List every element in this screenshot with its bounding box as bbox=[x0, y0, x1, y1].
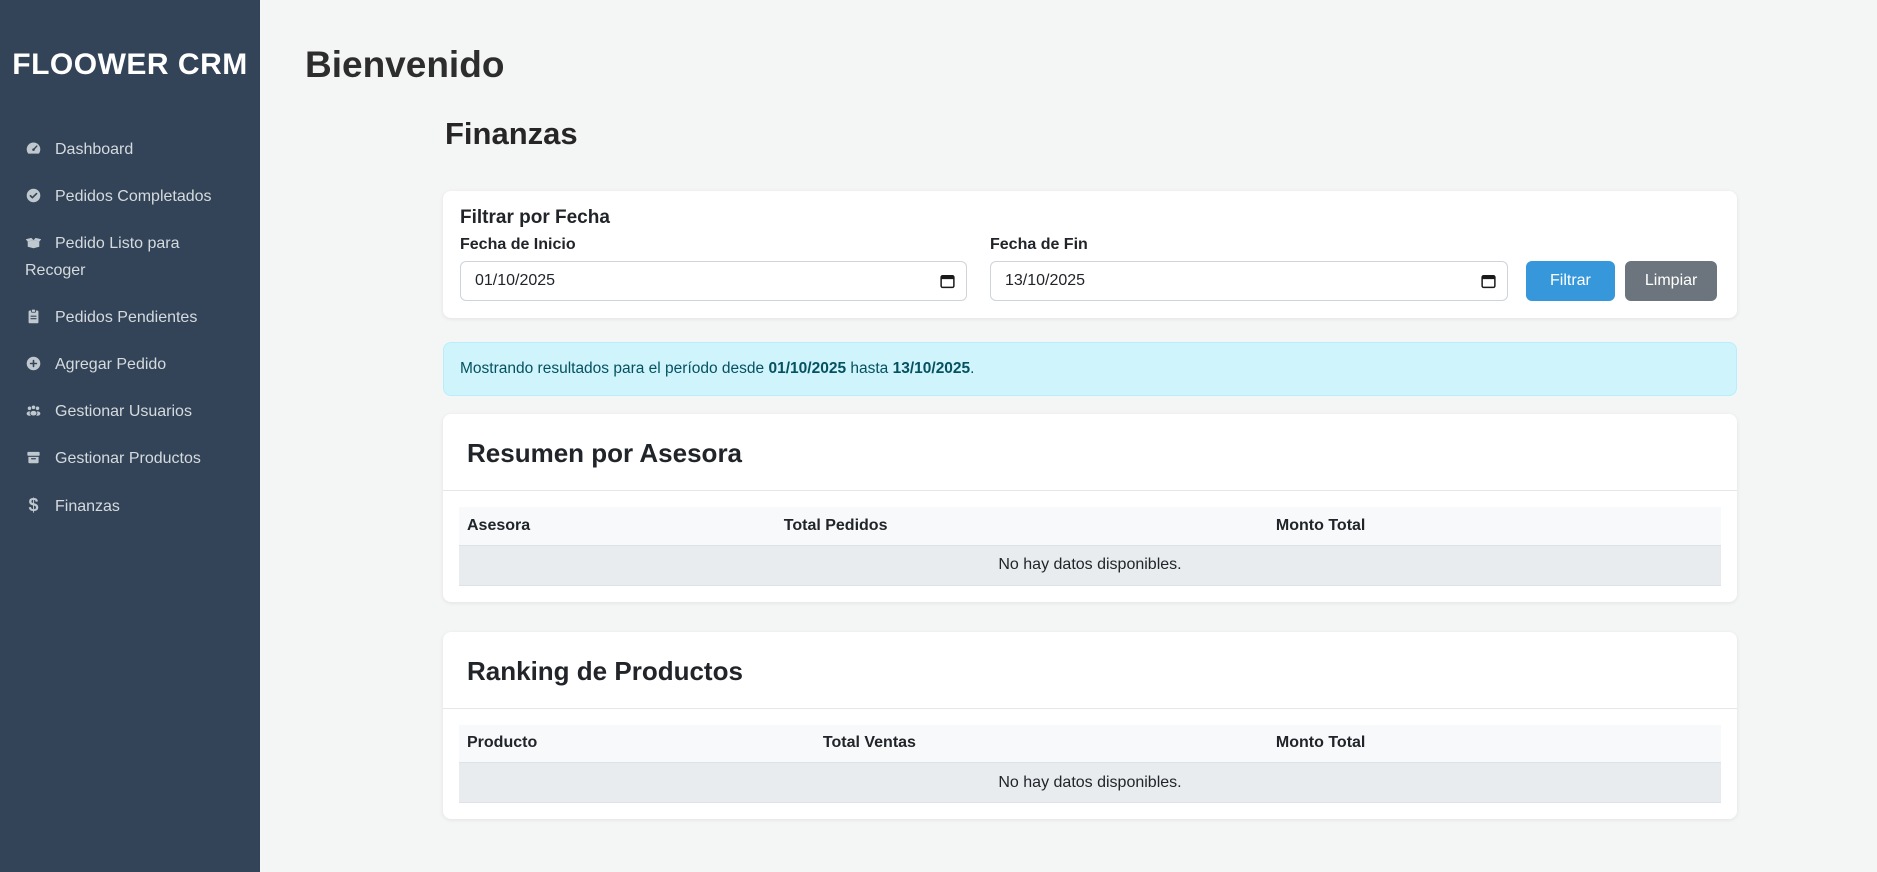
summary-by-advisor-card: Resumen por Asesora Asesora Total Pedido… bbox=[443, 414, 1737, 602]
sidebar-item-pedidos-completados[interactable]: Pedidos Completados bbox=[0, 173, 260, 220]
summary-table-header-row: Asesora Total Pedidos Monto Total bbox=[459, 507, 1721, 545]
sidebar-item-label: Agregar Pedido bbox=[55, 356, 166, 373]
start-date-field: Fecha de Inicio bbox=[460, 235, 967, 301]
check-circle-icon bbox=[25, 187, 42, 204]
box-open-icon bbox=[25, 234, 42, 251]
clear-button[interactable]: Limpiar bbox=[1625, 261, 1717, 301]
column-header-monto-total: Monto Total bbox=[1268, 507, 1721, 545]
sidebar-item-gestionar-usuarios[interactable]: Gestionar Usuarios bbox=[0, 388, 260, 435]
empty-state-row: No hay datos disponibles. bbox=[459, 763, 1721, 803]
dollar-icon: $ bbox=[25, 492, 42, 519]
sidebar-nav: Dashboard Pedidos Completados Pedido Lis… bbox=[0, 126, 260, 530]
column-header-asesora: Asesora bbox=[459, 507, 776, 545]
column-header-monto-total: Monto Total bbox=[1268, 725, 1721, 763]
section-title: Finanzas bbox=[445, 117, 1737, 151]
page-title: Bienvenido bbox=[305, 44, 1877, 85]
results-info-alert: Mostrando resultados para el período des… bbox=[443, 342, 1737, 396]
start-date-input[interactable] bbox=[460, 261, 967, 301]
alert-text-prefix: Mostrando resultados para el período des… bbox=[460, 360, 768, 377]
content-container: Finanzas Filtrar por Fecha Fecha de Inic… bbox=[443, 117, 1737, 819]
alert-text-suffix: . bbox=[970, 360, 974, 377]
sidebar-item-label: Dashboard bbox=[55, 141, 133, 158]
sidebar-item-label: Gestionar Productos bbox=[55, 450, 201, 467]
column-header-producto: Producto bbox=[459, 725, 815, 763]
start-date-label: Fecha de Inicio bbox=[460, 235, 967, 254]
summary-card-title: Resumen por Asesora bbox=[443, 414, 1737, 491]
ranking-table-header-row: Producto Total Ventas Monto Total bbox=[459, 725, 1721, 763]
alert-end-date: 13/10/2025 bbox=[893, 360, 971, 377]
sidebar-item-label: Pedidos Completados bbox=[55, 188, 212, 205]
ranking-card-title: Ranking de Productos bbox=[443, 632, 1737, 709]
main-content: Bienvenido Finanzas Filtrar por Fecha Fe… bbox=[260, 0, 1877, 872]
alert-start-date: 01/10/2025 bbox=[768, 360, 846, 377]
filter-button[interactable]: Filtrar bbox=[1526, 261, 1615, 301]
gauge-icon bbox=[25, 140, 42, 157]
filter-title: Filtrar por Fecha bbox=[460, 207, 1721, 229]
calendar-icon[interactable] bbox=[940, 274, 955, 289]
end-date-wrap bbox=[990, 261, 1508, 301]
column-header-total-ventas: Total Ventas bbox=[815, 725, 1268, 763]
ranking-table: Producto Total Ventas Monto Total No hay… bbox=[459, 725, 1721, 804]
empty-state-message: No hay datos disponibles. bbox=[459, 545, 1721, 585]
sidebar-item-finanzas[interactable]: $ Finanzas bbox=[0, 482, 260, 530]
plus-circle-icon bbox=[25, 355, 42, 372]
date-filter-card: Filtrar por Fecha Fecha de Inicio Fecha … bbox=[443, 191, 1737, 318]
box-icon bbox=[25, 449, 42, 466]
sidebar: FLOOWER CRM Dashboard Pedidos Completado… bbox=[0, 0, 260, 872]
end-date-label: Fecha de Fin bbox=[990, 235, 1508, 254]
sidebar-item-label: Finanzas bbox=[55, 498, 120, 515]
empty-state-message: No hay datos disponibles. bbox=[459, 763, 1721, 803]
sidebar-item-pedidos-pendientes[interactable]: Pedidos Pendientes bbox=[0, 294, 260, 341]
start-date-wrap bbox=[460, 261, 967, 301]
filter-row: Fecha de Inicio Fecha de Fin bbox=[460, 235, 1721, 301]
sidebar-item-label: Pedido Listo para Recoger bbox=[25, 235, 180, 279]
alert-text-middle: hasta bbox=[846, 360, 893, 377]
column-header-total-pedidos: Total Pedidos bbox=[776, 507, 1268, 545]
sidebar-item-dashboard[interactable]: Dashboard bbox=[0, 126, 260, 173]
end-date-field: Fecha de Fin bbox=[990, 235, 1508, 301]
ranking-card-body: Producto Total Ventas Monto Total No hay… bbox=[443, 709, 1737, 820]
summary-table: Asesora Total Pedidos Monto Total No hay… bbox=[459, 507, 1721, 586]
end-date-input[interactable] bbox=[990, 261, 1508, 301]
sidebar-item-label: Gestionar Usuarios bbox=[55, 403, 192, 420]
sidebar-item-label: Pedidos Pendientes bbox=[55, 309, 197, 326]
product-ranking-card: Ranking de Productos Producto Total Vent… bbox=[443, 632, 1737, 820]
users-icon bbox=[25, 402, 42, 419]
sidebar-item-pedido-listo-para-recoger[interactable]: Pedido Listo para Recoger bbox=[0, 220, 260, 294]
empty-state-row: No hay datos disponibles. bbox=[459, 545, 1721, 585]
calendar-icon[interactable] bbox=[1481, 274, 1496, 289]
summary-card-body: Asesora Total Pedidos Monto Total No hay… bbox=[443, 491, 1737, 602]
clipboard-icon bbox=[25, 308, 42, 325]
app-title: FLOOWER CRM bbox=[0, 0, 260, 82]
sidebar-item-agregar-pedido[interactable]: Agregar Pedido bbox=[0, 341, 260, 388]
sidebar-item-gestionar-productos[interactable]: Gestionar Productos bbox=[0, 435, 260, 482]
